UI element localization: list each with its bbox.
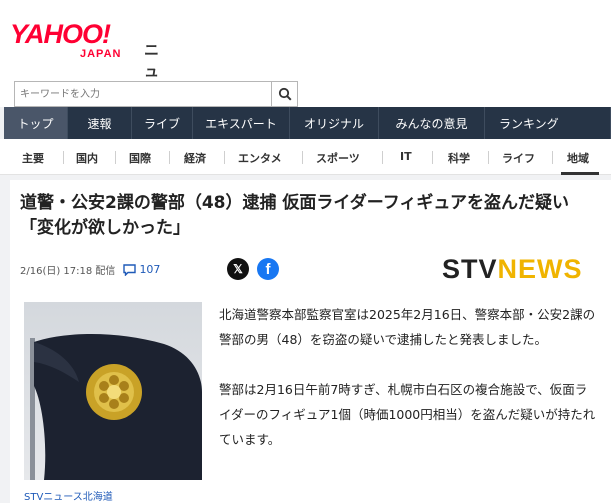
site-header: YAHOO! JAPAN ニュース	[0, 7, 611, 123]
category-it[interactable]: IT	[400, 150, 412, 163]
category-entertainment[interactable]: エンタメ	[238, 150, 282, 166]
comment-count: 107	[139, 263, 161, 276]
article-body: 北海道警察本部監察官室は2025年2月16日、警察本部・公安2課の警部の男（48…	[219, 302, 597, 477]
photo-caption[interactable]: STVニュース北海道	[24, 488, 113, 503]
x-share-icon[interactable]: 𝕏	[227, 258, 249, 280]
share-buttons: 𝕏 f	[227, 258, 279, 280]
divider	[169, 151, 170, 164]
comment-icon	[123, 263, 137, 276]
article-card: 道警・公安2課の警部（48）逮捕 仮面ライダーフィギュアを盗んだ疑い 「変化が欲…	[10, 180, 611, 503]
logo-sub-text: JAPAN	[80, 48, 122, 60]
category-economy[interactable]: 経済	[184, 150, 206, 166]
category-navigation: 主要 国内 国際 経済 エンタメ スポーツ IT 科学 ライフ 地域	[0, 139, 611, 175]
search-input[interactable]	[15, 82, 271, 106]
provider-logo-news: NEWS	[497, 254, 583, 284]
divider	[63, 151, 64, 164]
article-paragraph: 北海道警察本部監察官室は2025年2月16日、警察本部・公安2課の警部の男（48…	[219, 307, 596, 347]
category-international[interactable]: 国際	[129, 150, 151, 166]
nav-tab-ranking[interactable]: ランキング	[485, 107, 611, 139]
top-strip	[0, 0, 611, 7]
search-box	[14, 81, 298, 107]
nav-tab-original[interactable]: オリジナル	[290, 107, 379, 139]
divider	[224, 151, 225, 164]
nav-tab-opinions[interactable]: みんなの意見	[379, 107, 485, 139]
police-flag-image	[24, 302, 202, 480]
divider	[302, 151, 303, 164]
comment-link[interactable]: 107	[123, 263, 160, 276]
active-category-indicator	[561, 172, 599, 175]
nav-tab-live[interactable]: ライブ	[132, 107, 193, 139]
category-sports[interactable]: スポーツ	[316, 150, 360, 166]
nav-tab-expert[interactable]: エキスパート	[193, 107, 290, 139]
provider-logo-stv: STV	[442, 254, 498, 284]
divider	[488, 151, 489, 164]
nav-tab-breaking[interactable]: 速報	[68, 107, 132, 139]
category-domestic[interactable]: 国内	[76, 150, 98, 166]
article-meta: 2/16(日) 17:18 配信 107	[20, 262, 160, 277]
provider-logo[interactable]: STVNEWS	[442, 254, 583, 285]
article-paragraph: 警部は2月16日午前7時すぎ、札幌市白石区の複合施設で、仮面ライダーのフィギュア…	[219, 382, 596, 447]
yahoo-japan-logo[interactable]: YAHOO! JAPAN ニュース	[10, 19, 159, 123]
divider	[432, 151, 433, 164]
logo-main-text: YAHOO!	[10, 19, 111, 49]
article-photo[interactable]	[24, 302, 202, 480]
nav-tab-top[interactable]: トップ	[4, 107, 68, 139]
divider	[552, 151, 553, 164]
facebook-share-icon[interactable]: f	[257, 258, 279, 280]
search-icon	[278, 87, 292, 101]
category-life[interactable]: ライフ	[502, 150, 535, 166]
category-science[interactable]: 科学	[448, 150, 470, 166]
article-title: 道警・公安2課の警部（48）逮捕 仮面ライダーフィギュアを盗んだ疑い 「変化が欲…	[20, 193, 570, 238]
category-main[interactable]: 主要	[22, 150, 44, 166]
search-button[interactable]	[271, 82, 297, 106]
main-navigation: トップ 速報 ライブ エキスパート オリジナル みんなの意見 ランキング	[4, 107, 611, 139]
divider	[382, 151, 383, 164]
divider	[115, 151, 116, 164]
category-local[interactable]: 地域	[567, 150, 589, 166]
article-datetime: 2/16(日) 17:18 配信	[20, 266, 116, 277]
